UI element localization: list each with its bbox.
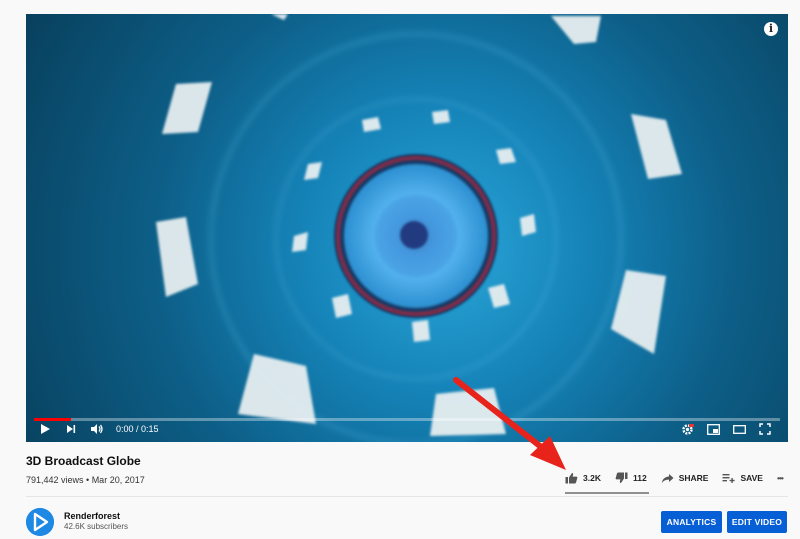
- next-icon[interactable]: [60, 418, 82, 440]
- thumbs-up-icon: [565, 472, 578, 484]
- share-button[interactable]: SHARE: [661, 473, 709, 484]
- divider: [26, 496, 788, 497]
- channel-name[interactable]: Renderforest: [64, 511, 120, 521]
- more-icon[interactable]: •••: [777, 473, 784, 483]
- info-icon[interactable]: i: [764, 22, 778, 36]
- dislike-count: 112: [632, 473, 647, 483]
- channel-avatar[interactable]: [26, 508, 54, 536]
- theater-icon[interactable]: [728, 418, 750, 440]
- miniplayer-icon[interactable]: [702, 418, 724, 440]
- subscriber-count: 42.6K subscribers: [64, 522, 129, 531]
- time-display: 0:00 / 0:15: [116, 424, 159, 434]
- player-controls: 0:00 / 0:15: [26, 416, 788, 442]
- volume-icon[interactable]: [86, 418, 108, 440]
- renderforest-logo-icon: [26, 508, 54, 536]
- video-player[interactable]: i 0:00 / 0:15: [26, 14, 788, 442]
- thumbs-down-icon: [615, 472, 628, 484]
- save-playlist-icon: [722, 473, 736, 483]
- share-label: SHARE: [678, 473, 709, 483]
- video-title: 3D Broadcast Globe: [26, 454, 141, 468]
- like-dislike-bar: [565, 492, 649, 494]
- edit-video-button[interactable]: EDIT VIDEO: [727, 511, 787, 533]
- video-frame: [156, 14, 682, 442]
- share-icon: [661, 473, 674, 483]
- like-button[interactable]: 3.2K: [565, 472, 601, 484]
- settings-icon[interactable]: [676, 418, 698, 440]
- save-label: SAVE: [740, 473, 763, 483]
- play-icon[interactable]: [34, 418, 56, 440]
- video-meta: 791,442 views • Mar 20, 2017: [26, 475, 145, 485]
- dislike-button[interactable]: 112: [615, 472, 647, 484]
- save-button[interactable]: SAVE: [722, 473, 763, 484]
- fullscreen-icon[interactable]: [754, 418, 776, 440]
- video-actions: 3.2K 112 SHARE SAVE •••: [565, 472, 797, 484]
- analytics-button[interactable]: ANALYTICS: [661, 511, 722, 533]
- like-count: 3.2K: [583, 473, 601, 483]
